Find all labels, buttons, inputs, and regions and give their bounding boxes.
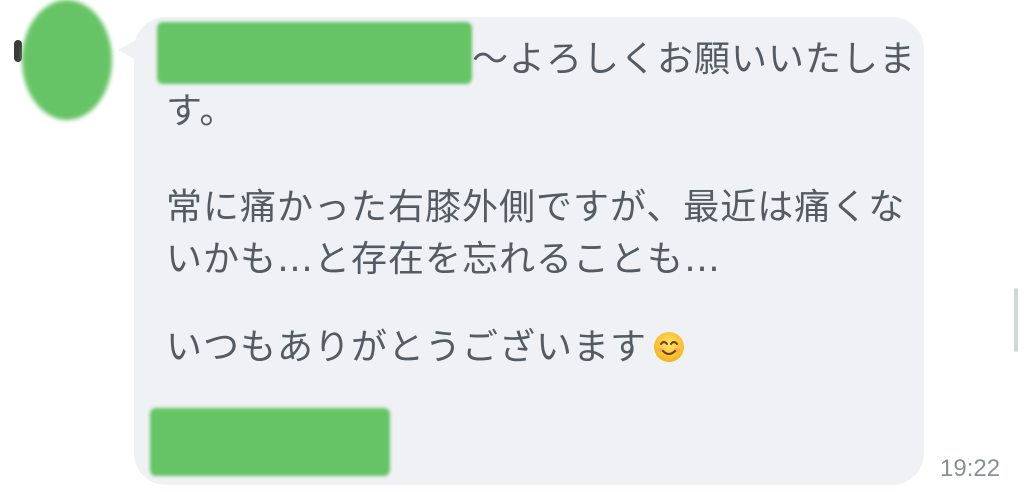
scroll-thumb[interactable] (1014, 288, 1018, 352)
message-line-5: いつもありがとうございます (166, 322, 685, 374)
redacted-name-bottom (150, 408, 390, 476)
redacted-name-top (157, 22, 472, 84)
message-line-1: 〜よろしくお願いいたしま (472, 39, 917, 80)
message-line-5-text: いつもありがとうございます (166, 327, 648, 368)
smiling-face-emoji-icon (653, 326, 685, 362)
scrollbar[interactable] (1010, 280, 1024, 360)
avatar-edge (14, 40, 22, 62)
chat-screen: 〜よろしくお願いいたしま す。 常に痛かった右膝外側ですが、最近は痛くな いかも… (0, 0, 1024, 492)
message-line-4: いかも…と存在を忘れることも… (166, 239, 722, 280)
message-timestamp: 19:22 (940, 455, 1001, 482)
sender-avatar[interactable] (22, 0, 112, 120)
message-line-3: 常に痛かった右膝外側ですが、最近は痛くな (166, 187, 906, 228)
message-line-2: す。 (166, 91, 237, 132)
